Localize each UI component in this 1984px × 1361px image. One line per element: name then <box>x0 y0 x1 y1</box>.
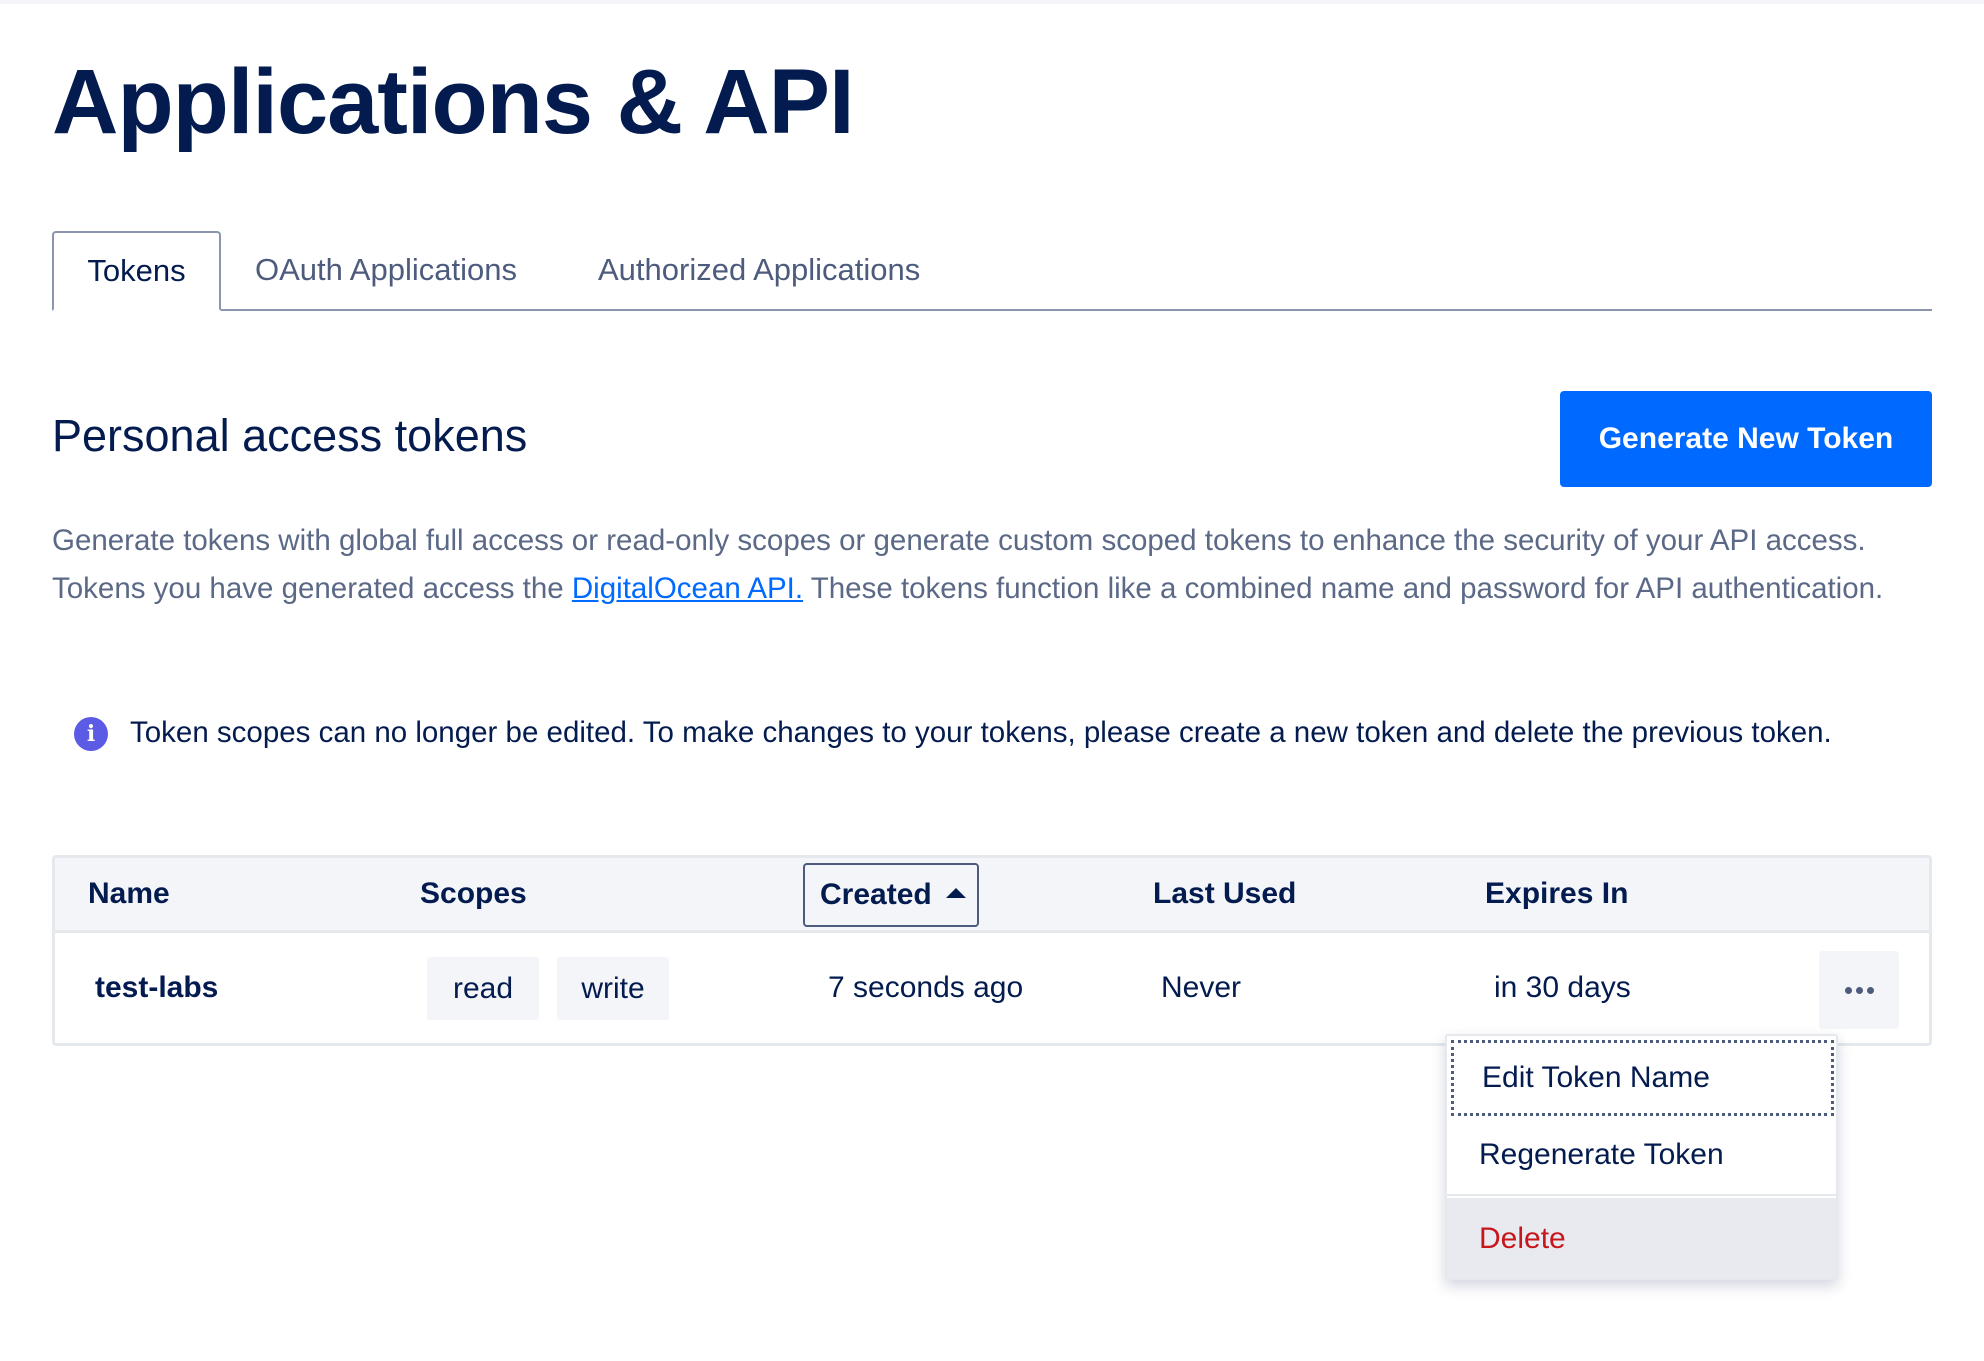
more-horizontal-icon <box>1843 986 1876 994</box>
digitalocean-api-link[interactable]: DigitalOcean API. <box>572 572 803 605</box>
token-created: 7 seconds ago <box>828 971 1024 1004</box>
tab-oauth-applications[interactable]: OAuth Applications <box>255 231 517 309</box>
token-name: test-labs <box>95 971 219 1004</box>
table-row: test-labs read write 7 seconds ago Never… <box>55 933 1929 1043</box>
top-bar <box>0 0 1984 4</box>
token-last-used: Never <box>1161 971 1242 1004</box>
column-header-created[interactable]: Created <box>803 863 979 927</box>
scope-badge-write: write <box>557 957 669 1020</box>
section-title: Personal access tokens <box>52 410 528 461</box>
page-title: Applications & API <box>52 51 855 153</box>
info-icon: i <box>74 717 108 751</box>
tab-tokens[interactable]: Tokens <box>52 231 221 311</box>
scope-badge-read: read <box>427 957 539 1020</box>
section-description: Generate tokens with global full access … <box>52 517 1932 613</box>
menu-item-delete[interactable]: Delete <box>1447 1198 1836 1278</box>
table-header: Name Scopes Created Last Used Expires In <box>55 858 1929 933</box>
token-actions-menu: Edit Token Name Regenerate Token Delete <box>1445 1034 1838 1280</box>
menu-item-edit-token-name[interactable]: Edit Token Name <box>1451 1040 1834 1116</box>
tab-bar: Tokens OAuth Applications Authorized App… <box>52 231 1932 311</box>
column-header-created-label: Created <box>820 878 932 911</box>
tab-authorized-applications[interactable]: Authorized Applications <box>598 231 920 309</box>
column-header-expires-in[interactable]: Expires In <box>1485 858 1628 930</box>
notice-text: Token scopes can no longer be edited. To… <box>130 716 1832 749</box>
column-header-last-used[interactable]: Last Used <box>1153 858 1296 930</box>
generate-new-token-button[interactable]: Generate New Token <box>1560 391 1932 487</box>
description-text-end: These tokens function like a combined na… <box>803 572 1884 605</box>
more-actions-button[interactable] <box>1819 951 1899 1029</box>
sort-ascending-icon <box>945 888 966 898</box>
column-header-name[interactable]: Name <box>88 858 170 930</box>
token-expires-in: in 30 days <box>1494 971 1631 1004</box>
menu-item-regenerate-token[interactable]: Regenerate Token <box>1447 1116 1836 1196</box>
column-header-scopes: Scopes <box>420 877 527 910</box>
tokens-table: Name Scopes Created Last Used Expires In… <box>52 855 1932 1046</box>
